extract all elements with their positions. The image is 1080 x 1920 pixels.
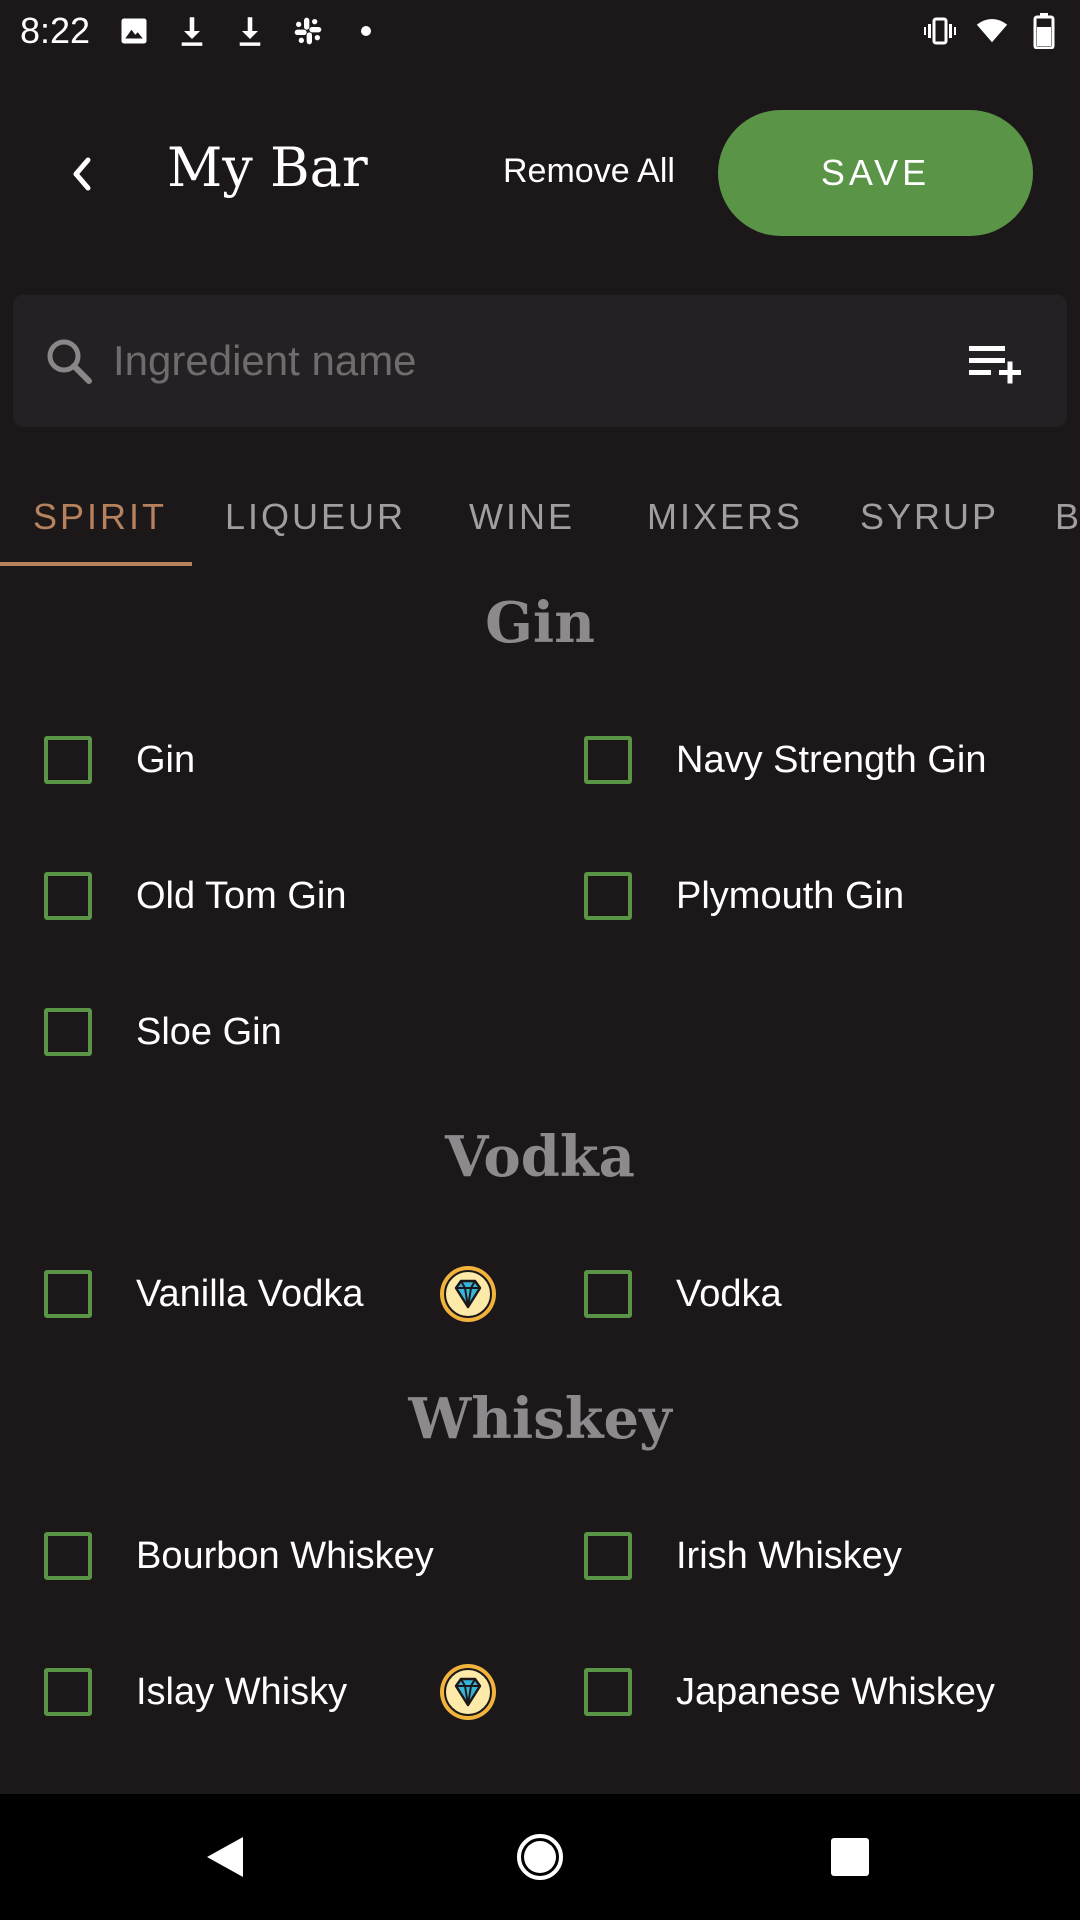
- tab-wine[interactable]: WINE: [469, 468, 575, 566]
- checkbox[interactable]: [584, 872, 632, 920]
- navigation-bar: [0, 1794, 1080, 1920]
- section-title-whiskey: Whiskey: [408, 1386, 672, 1452]
- checkbox[interactable]: [44, 736, 92, 784]
- status-bar: 8:22: [0, 0, 1080, 62]
- status-time: 8:22: [20, 10, 91, 51]
- ingredient-item[interactable]: Islay Whisky: [44, 1652, 347, 1732]
- slack-icon: [292, 14, 324, 48]
- checkbox[interactable]: [44, 1270, 92, 1318]
- checkbox[interactable]: [584, 1532, 632, 1580]
- ingredient-label: Old Tom Gin: [136, 874, 347, 917]
- ingredient-label: Japanese Whiskey: [676, 1670, 995, 1713]
- download-icon: [176, 14, 208, 48]
- search-input[interactable]: [113, 325, 933, 397]
- add-to-list-icon[interactable]: [965, 340, 1025, 390]
- ingredient-item[interactable]: Irish Whiskey: [584, 1516, 902, 1596]
- search-box: [13, 295, 1067, 427]
- toolbar: My Bar Remove All SAVE: [0, 100, 1080, 246]
- status-icons-left: [118, 14, 382, 48]
- ingredient-item[interactable]: Vodka: [584, 1254, 782, 1334]
- ingredient-item[interactable]: Japanese Whiskey: [584, 1652, 995, 1732]
- checkbox[interactable]: [44, 1532, 92, 1580]
- section-title-vodka: Vodka: [445, 1124, 635, 1190]
- ingredient-item[interactable]: Sloe Gin: [44, 992, 282, 1072]
- ingredient-item[interactable]: Vanilla Vodka: [44, 1254, 363, 1334]
- ingredient-label: Bourbon Whiskey: [136, 1534, 434, 1577]
- ingredient-item[interactable]: Navy Strength Gin: [584, 720, 986, 800]
- ingredient-label: Islay Whisky: [136, 1670, 348, 1713]
- ingredient-label: Navy Strength Gin: [676, 738, 987, 781]
- tab-liqueur[interactable]: LIQUEUR: [225, 468, 406, 566]
- download-icon: [234, 14, 266, 48]
- checkbox[interactable]: [44, 872, 92, 920]
- ingredient-label: Irish Whiskey: [676, 1534, 902, 1577]
- checkbox[interactable]: [584, 736, 632, 784]
- tab-spirit[interactable]: SPIRIT: [33, 468, 167, 566]
- ingredient-label: Plymouth Gin: [676, 874, 905, 917]
- section-title-gin: Gin: [485, 590, 595, 656]
- tab-syrup[interactable]: SYRUP: [860, 468, 999, 566]
- dot-icon: [350, 14, 382, 48]
- tab-mixers[interactable]: MIXERS: [647, 468, 803, 566]
- premium-gem-icon[interactable]: [438, 1662, 498, 1722]
- ingredient-label: Gin: [136, 738, 196, 781]
- battery-icon: [1028, 13, 1060, 49]
- nav-recents-button[interactable]: [820, 1827, 880, 1887]
- vibrate-icon: [924, 14, 956, 48]
- triangle-back-icon: [207, 1837, 243, 1877]
- square-recents-icon: [831, 1838, 869, 1876]
- back-button[interactable]: [52, 144, 112, 204]
- ingredient-item[interactable]: Gin: [44, 720, 195, 800]
- checkbox[interactable]: [44, 1668, 92, 1716]
- nav-back-button[interactable]: [195, 1827, 255, 1887]
- chevron-left-icon: [73, 157, 91, 191]
- checkbox[interactable]: [44, 1008, 92, 1056]
- category-tabs: SPIRIT LIQUEUR WINE MIXERS SYRUP B: [0, 468, 1080, 566]
- ingredient-label: Vanilla Vodka: [136, 1272, 364, 1315]
- search-icon: [47, 339, 92, 384]
- premium-gem-icon[interactable]: [438, 1264, 498, 1324]
- ingredient-item[interactable]: Plymouth Gin: [584, 856, 904, 936]
- wifi-icon: [976, 14, 1008, 48]
- ingredient-label: Vodka: [676, 1272, 782, 1315]
- remove-all-button[interactable]: Remove All: [503, 152, 675, 191]
- status-icons-right: [924, 13, 1060, 49]
- ingredient-item[interactable]: Bourbon Whiskey: [44, 1516, 434, 1596]
- nav-home-button[interactable]: [510, 1827, 570, 1887]
- image-icon: [118, 14, 150, 48]
- ingredient-item[interactable]: Old Tom Gin: [44, 856, 346, 936]
- checkbox[interactable]: [584, 1668, 632, 1716]
- ingredient-label: Sloe Gin: [136, 1010, 282, 1053]
- circle-home-icon: [517, 1834, 563, 1880]
- checkbox[interactable]: [584, 1270, 632, 1318]
- tab-indicator: [0, 562, 192, 566]
- save-button[interactable]: SAVE: [718, 110, 1033, 236]
- tab-more[interactable]: B: [1055, 468, 1080, 566]
- page-title: My Bar: [167, 136, 368, 199]
